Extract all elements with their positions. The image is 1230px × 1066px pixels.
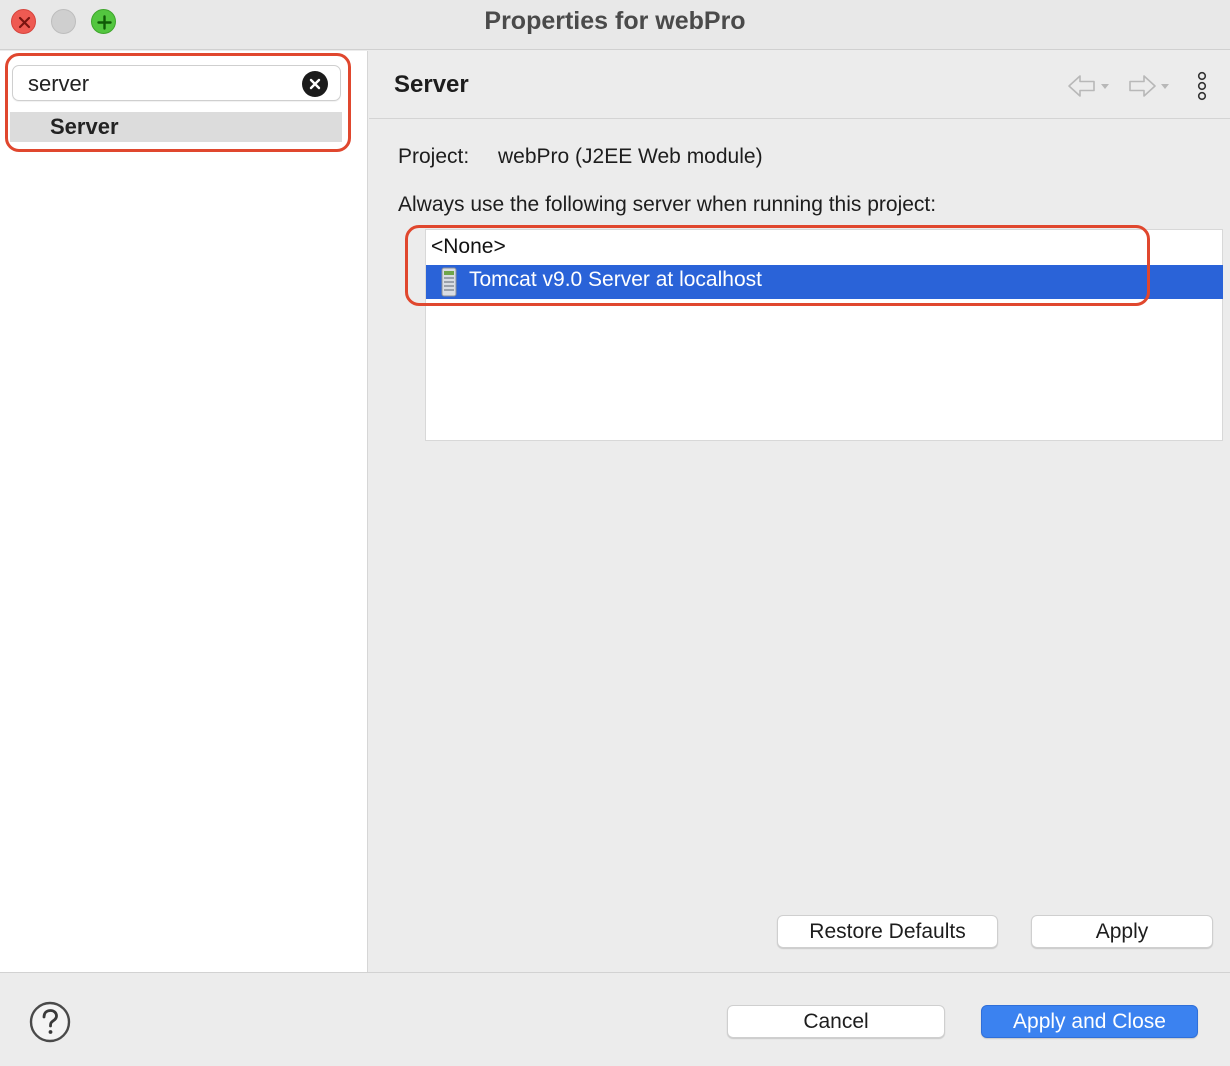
window-title: Properties for webPro — [484, 7, 746, 35]
project-label: Project: — [398, 145, 470, 168]
project-value: webPro (J2EE Web module) — [498, 145, 763, 168]
help-icon[interactable] — [29, 1001, 71, 1043]
page-header: Server — [369, 51, 1230, 119]
back-arrow-icon[interactable] — [1066, 72, 1112, 100]
title-bar: Properties for webPro — [0, 0, 1230, 50]
annotation-outline-server — [405, 225, 1150, 306]
page-title: Server — [394, 71, 469, 98]
preference-tree-pane: server Server — [0, 51, 368, 972]
annotation-outline-filter — [5, 53, 351, 152]
apply-button[interactable]: Apply — [1031, 915, 1213, 948]
more-options-icon[interactable] — [1194, 71, 1210, 103]
forward-arrow-icon[interactable] — [1126, 72, 1172, 100]
cancel-button[interactable]: Cancel — [727, 1005, 945, 1038]
restore-defaults-button[interactable]: Restore Defaults — [777, 915, 998, 948]
apply-and-close-button[interactable]: Apply and Close — [981, 1005, 1198, 1038]
server-prompt-label: Always use the following server when run… — [398, 193, 937, 216]
